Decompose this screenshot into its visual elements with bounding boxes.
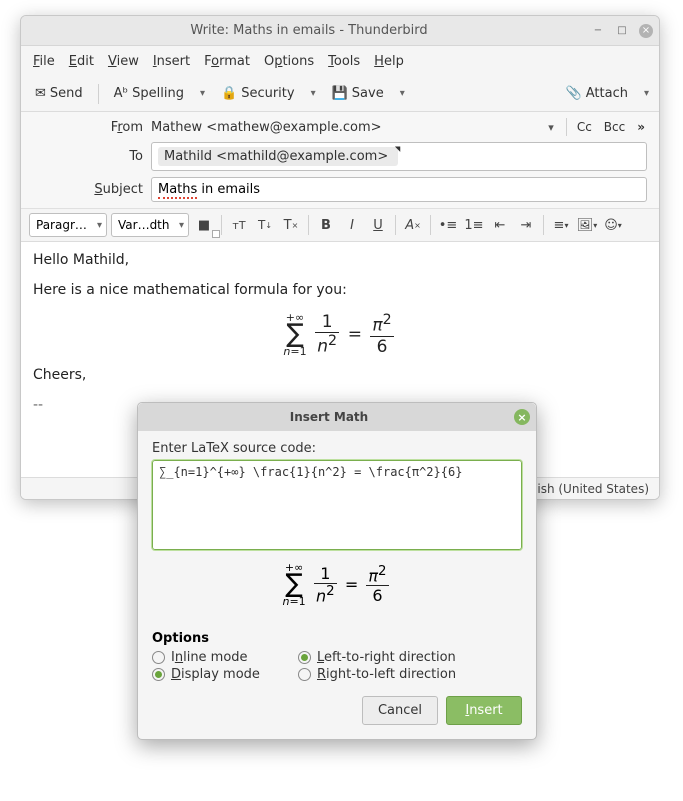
insert-button[interactable]: Insert (446, 696, 522, 725)
dialog-titlebar: Insert Math × (138, 403, 536, 431)
message-headers: From Mathew <mathew@example.com> ▾ Cc Bc… (21, 112, 659, 208)
lock-icon: 🔒 (221, 86, 237, 101)
indent-icon[interactable]: ⇥ (515, 214, 537, 236)
paperclip-icon: 📎 (566, 86, 582, 101)
window-title: Write: Maths in emails - Thunderbird (27, 23, 591, 38)
send-button[interactable]: ✉ Send (29, 82, 89, 105)
save-label: Save (352, 86, 384, 101)
align-icon[interactable]: ≡▾ (550, 214, 572, 236)
latex-label: Enter LaTeX source code: (152, 441, 522, 456)
increase-font-icon[interactable]: T↓ (254, 214, 276, 236)
latex-input[interactable] (152, 460, 522, 550)
reset-font-icon[interactable]: T× (280, 214, 302, 236)
emoji-icon[interactable]: ☺▾ (602, 214, 624, 236)
bullet-list-icon[interactable]: •≡ (437, 214, 459, 236)
from-value[interactable]: Mathew <mathew@example.com> (151, 120, 536, 135)
recipient-chip[interactable]: Mathild <mathild@example.com> ◥ (158, 147, 398, 166)
security-dropdown[interactable]: ▾ (309, 88, 318, 99)
underline-icon[interactable]: U (367, 214, 389, 236)
math-preview: +∞ ∑ n=1 1n2 = π26 (152, 562, 522, 607)
menubar: File Edit View Insert Format Options Too… (21, 46, 659, 76)
dialog-title: Insert Math (144, 410, 514, 424)
menu-options[interactable]: Options (264, 54, 314, 69)
security-label: Security (241, 86, 294, 101)
cancel-button[interactable]: Cancel (362, 696, 438, 725)
menu-tools[interactable]: Tools (328, 54, 360, 69)
menu-view[interactable]: View (108, 54, 139, 69)
from-dropdown[interactable]: ▾ (544, 121, 558, 134)
save-icon: 💾 (332, 86, 348, 101)
more-recipients-button[interactable]: » (635, 120, 647, 134)
to-label: To (33, 149, 143, 164)
body-line: Here is a nice mathematical formula for … (33, 282, 647, 298)
cc-button[interactable]: Cc (575, 120, 594, 134)
italic-icon[interactable]: I (341, 214, 363, 236)
spellcheck-icon: Aᵇ (114, 86, 128, 101)
math-formula-display: +∞ ∑ n=1 1n2 = π26 (33, 312, 647, 357)
subject-input[interactable]: Maths in emails (151, 177, 647, 202)
bold-icon[interactable]: B (315, 214, 337, 236)
dialog-close-icon[interactable]: × (514, 409, 530, 425)
insert-math-dialog: Insert Math × Enter LaTeX source code: +… (137, 402, 537, 740)
toolbar-separator (98, 84, 99, 104)
spelling-dropdown[interactable]: ▾ (198, 88, 207, 99)
save-dropdown[interactable]: ▾ (398, 88, 407, 99)
remove-format-icon[interactable]: A× (402, 214, 424, 236)
radio-rtl[interactable]: Right-to-left direction (298, 667, 522, 682)
maximize-icon[interactable]: □ (615, 24, 629, 38)
window-controls: − □ × (591, 24, 653, 38)
radio-display-mode[interactable]: Display mode (152, 667, 292, 682)
number-list-icon[interactable]: 1≡ (463, 214, 485, 236)
bcc-button[interactable]: Bcc (602, 120, 627, 134)
attach-dropdown[interactable]: ▾ (642, 88, 651, 99)
to-input[interactable]: Mathild <mathild@example.com> ◥ (151, 142, 647, 171)
menu-edit[interactable]: Edit (69, 54, 94, 69)
send-icon: ✉ (35, 86, 46, 101)
format-toolbar: Paragr… Var…dth ■ ᴛT T↓ T× B I U A× •≡ 1… (21, 208, 659, 242)
spelling-button[interactable]: Aᵇ Spelling (108, 82, 190, 105)
menu-file[interactable]: File (33, 54, 55, 69)
outdent-icon[interactable]: ⇤ (489, 214, 511, 236)
security-button[interactable]: 🔒 Security (215, 82, 301, 105)
recipient-chip-label: Mathild <mathild@example.com> (164, 149, 388, 164)
attach-button[interactable]: 📎 Attach (560, 82, 634, 105)
subject-label: Subject (33, 182, 143, 197)
spelling-label: Spelling (132, 86, 184, 101)
text-color-icon[interactable]: ■ (193, 214, 215, 236)
menu-insert[interactable]: Insert (153, 54, 190, 69)
options-heading: Options (152, 631, 522, 646)
paragraph-style-select[interactable]: Paragr… (29, 213, 107, 237)
menu-help[interactable]: Help (374, 54, 404, 69)
decrease-font-icon[interactable]: ᴛT (228, 214, 250, 236)
main-toolbar: ✉ Send Aᵇ Spelling ▾ 🔒 Security ▾ 💾 Save… (21, 76, 659, 112)
insert-image-icon[interactable]: 🖼▾ (576, 214, 598, 236)
minimize-icon[interactable]: − (591, 24, 605, 38)
body-line: Hello Mathild, (33, 252, 647, 268)
from-label: From (33, 120, 143, 135)
body-line: Cheers, (33, 367, 647, 383)
send-label: Send (50, 86, 83, 101)
titlebar: Write: Maths in emails - Thunderbird − □… (21, 16, 659, 46)
attach-label: Attach (586, 86, 628, 101)
radio-inline-mode[interactable]: Inline mode (152, 650, 292, 665)
save-button[interactable]: 💾 Save (326, 82, 390, 105)
close-icon[interactable]: × (639, 24, 653, 38)
radio-ltr[interactable]: Left-to-right direction (298, 650, 522, 665)
font-select[interactable]: Var…dth (111, 213, 189, 237)
menu-format[interactable]: Format (204, 54, 250, 69)
chip-indicator-icon: ◥ (395, 145, 400, 153)
